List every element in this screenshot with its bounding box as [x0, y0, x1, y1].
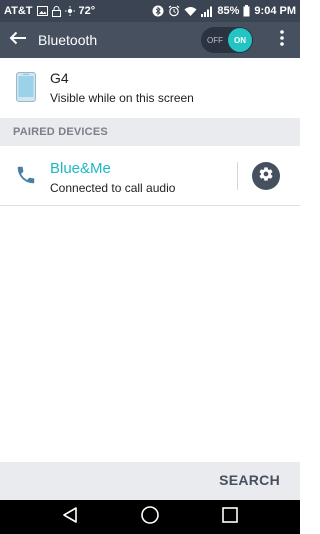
vertical-divider — [237, 162, 238, 190]
temperature-label: 72° — [78, 5, 96, 17]
battery-icon — [243, 5, 250, 17]
signal-icon — [201, 6, 213, 17]
nav-home-button[interactable] — [130, 500, 170, 534]
paired-device-name: Blue&Me — [50, 160, 111, 177]
toggle-off-label: OFF — [207, 35, 223, 45]
lock-icon — [51, 5, 61, 17]
smartphone-icon — [16, 72, 36, 107]
home-icon — [140, 505, 160, 530]
nav-back-button[interactable] — [50, 500, 90, 534]
more-vert-icon — [280, 29, 284, 51]
action-bar: Bluetooth OFF ON — [0, 22, 300, 58]
paired-device-status: Connected to call audio — [50, 181, 176, 195]
this-device-row[interactable]: G4 Visible while on this screen — [0, 58, 300, 118]
status-bar: AT&T 72° 85% 9:04 PM — [0, 0, 300, 22]
weather-sun-icon — [64, 6, 75, 16]
paired-devices-header: PAIRED DEVICES — [0, 118, 300, 146]
battery-label: 85% — [217, 5, 240, 17]
overflow-menu-button[interactable] — [270, 22, 294, 58]
image-icon — [36, 6, 48, 16]
device-settings-button[interactable] — [252, 162, 280, 190]
toggle-knob: ON — [228, 28, 252, 52]
recents-icon — [221, 506, 239, 529]
bottom-action-bar: SEARCH — [0, 462, 300, 500]
nav-recents-button[interactable] — [210, 500, 250, 534]
carrier-label: AT&T — [4, 5, 33, 17]
navigation-bar — [0, 500, 300, 534]
back-arrow-icon — [9, 31, 27, 50]
status-left: AT&T 72° — [4, 5, 95, 17]
search-button[interactable]: SEARCH — [219, 472, 280, 488]
wifi-icon — [184, 6, 197, 16]
bluetooth-toggle[interactable]: OFF ON — [201, 27, 253, 53]
device-name: G4 — [50, 70, 69, 86]
status-right: 85% 9:04 PM — [152, 5, 296, 17]
clock-label: 9:04 PM — [254, 5, 296, 17]
back-icon — [61, 506, 79, 529]
phone-handset-icon — [15, 164, 37, 191]
device-visibility: Visible while on this screen — [50, 91, 194, 105]
page-title: Bluetooth — [38, 32, 98, 48]
bluetooth-icon — [152, 5, 164, 17]
gear-icon — [258, 166, 274, 187]
alarm-icon — [168, 5, 180, 17]
paired-device-row[interactable]: Blue&Me Connected to call audio — [0, 146, 300, 206]
back-button[interactable] — [0, 22, 36, 58]
toggle-on-label: ON — [234, 35, 246, 45]
